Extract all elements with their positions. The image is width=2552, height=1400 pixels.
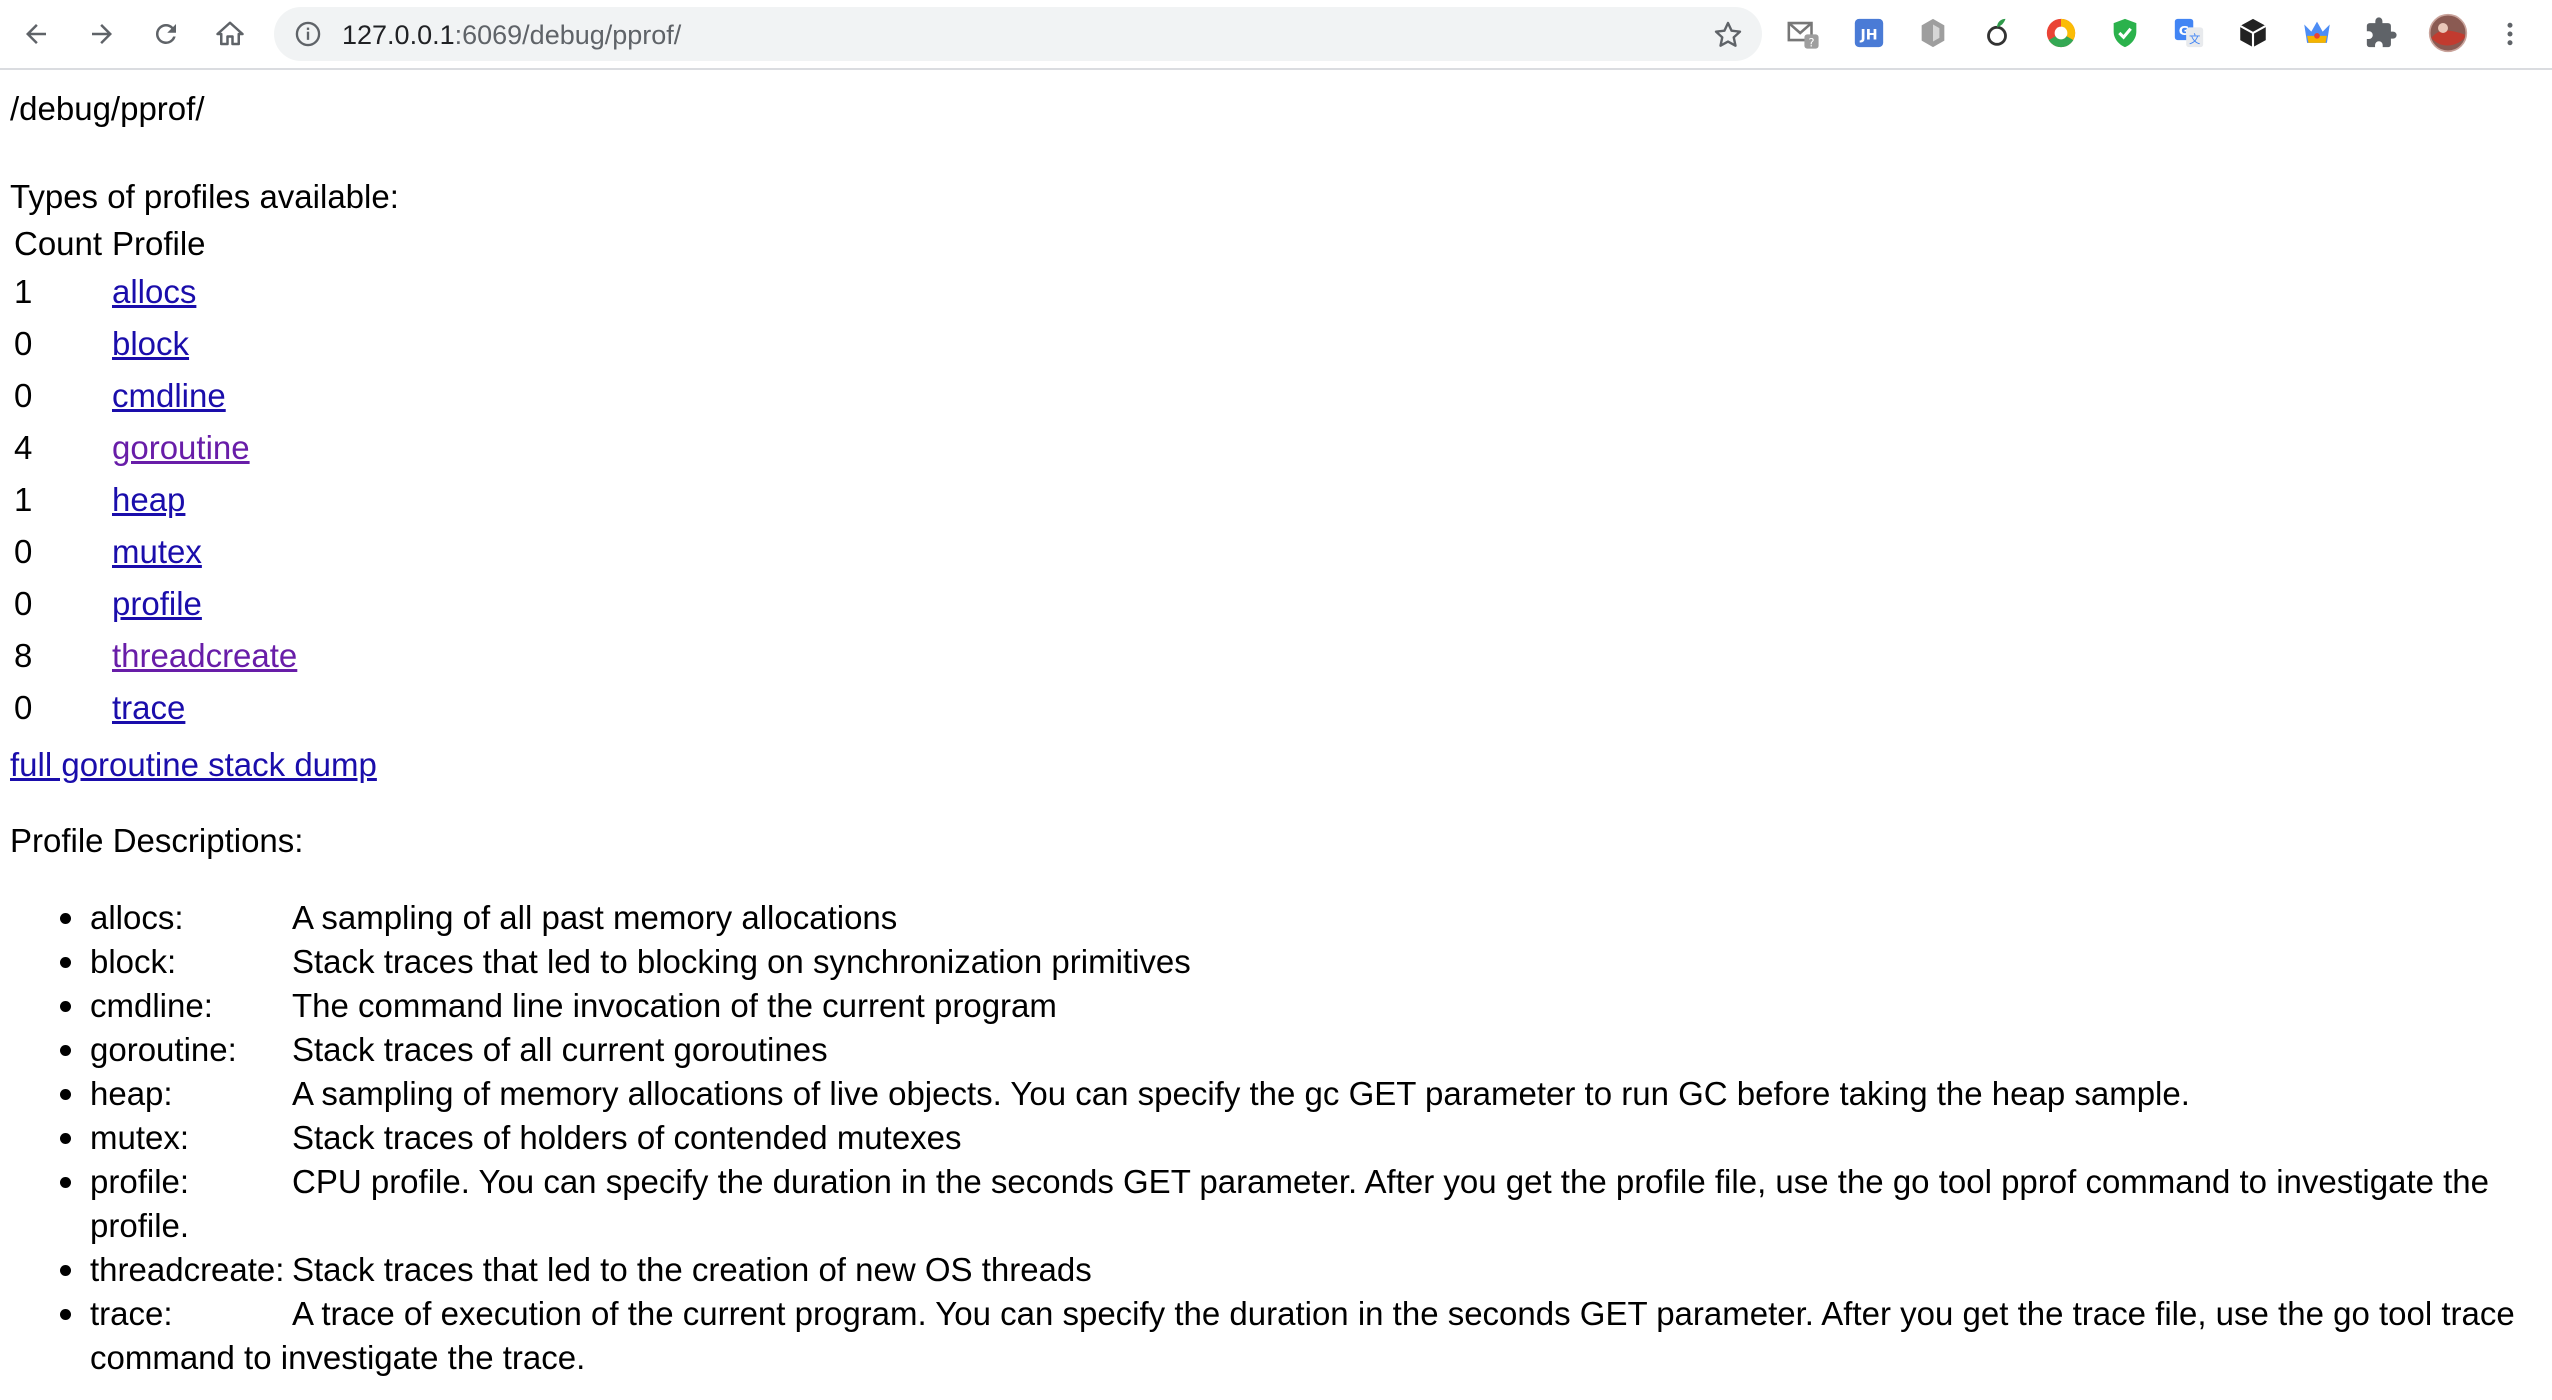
list-item: heap: A sampling of memory allocations of…: [10, 1072, 2540, 1116]
jh-extension-icon[interactable]: JH: [1852, 16, 1886, 50]
profile-link-cmdline[interactable]: cmdline: [112, 377, 226, 414]
profile-count: 8: [14, 637, 33, 674]
list-item: block: Stack traces that led to blocking …: [10, 940, 2540, 984]
chrome-rainbow-extension-icon[interactable]: [2044, 16, 2078, 50]
description-text: A sampling of memory allocations of live…: [292, 1075, 2190, 1112]
profile-count: 1: [14, 273, 33, 310]
list-item: allocs: A sampling of all past memory all…: [10, 896, 2540, 940]
hexagon-extension-icon[interactable]: [1916, 16, 1950, 50]
description-text: Stack traces of holders of contended mut…: [292, 1119, 962, 1156]
description-term: allocs:: [90, 899, 184, 936]
profile-link-goroutine[interactable]: goroutine: [112, 429, 250, 466]
description-text: Stack traces that led to the creation of…: [292, 1251, 1092, 1288]
profile-link-block[interactable]: block: [112, 325, 189, 362]
profile-descriptions-list: allocs: A sampling of all past memory all…: [10, 896, 2540, 1380]
list-item: goroutine: Stack traces of all current go…: [10, 1028, 2540, 1072]
description-term: heap:: [90, 1075, 173, 1112]
profile-count: 0: [14, 585, 33, 622]
profile-count: 0: [14, 325, 33, 362]
svg-text:?: ?: [1808, 35, 1814, 49]
bookmark-star-icon[interactable]: [1712, 19, 1744, 51]
table-row: 8 threadcreate: [14, 630, 297, 682]
count-header: Count: [14, 225, 103, 262]
profile-link-mutex[interactable]: mutex: [112, 533, 202, 570]
description-text: A trace of execution of the current prog…: [90, 1295, 2515, 1376]
table-row: 0 profile: [14, 578, 297, 630]
address-bar[interactable]: 127.0.0.1:6069/debug/pprof/: [274, 7, 1762, 61]
table-row: 0 trace: [14, 682, 297, 734]
list-item: profile: CPU profile. You can specify the…: [10, 1160, 2540, 1248]
svg-text:JH: JH: [1859, 27, 1877, 43]
description-term: block:: [90, 943, 177, 980]
back-button[interactable]: [16, 14, 56, 54]
forward-button[interactable]: [82, 14, 122, 54]
puzzle-extensions-icon[interactable]: [2364, 16, 2398, 50]
profile-count: 0: [14, 377, 33, 414]
info-icon[interactable]: [294, 20, 322, 48]
profile-avatar[interactable]: [2428, 13, 2468, 53]
reload-button[interactable]: [146, 14, 186, 54]
list-item: cmdline: The command line invocation of t…: [10, 984, 2540, 1028]
table-row: 0 block: [14, 318, 297, 370]
arrow-left-icon: [26, 24, 46, 44]
description-text: CPU profile. You can specify the duratio…: [90, 1163, 2490, 1244]
url-path: :6069/debug/pprof/: [454, 20, 682, 50]
table-row: 4 goroutine: [14, 422, 297, 474]
description-text: The command line invocation of the curre…: [292, 987, 1057, 1024]
leaf-extension-icon[interactable]: [1980, 16, 2014, 50]
table-header-row: Count Profile: [14, 222, 297, 266]
table-row: 1 allocs: [14, 266, 297, 318]
home-button[interactable]: [210, 14, 250, 54]
url-text[interactable]: 127.0.0.1:6069/debug/pprof/: [342, 21, 681, 49]
profiles-table: Count Profile 1 allocs 0 block 0 cmdline…: [10, 222, 301, 734]
list-item: threadcreate: Stack traces that led to th…: [10, 1248, 2540, 1292]
list-item: trace: A trace of execution of the curren…: [10, 1292, 2540, 1380]
descriptions-heading: Profile Descriptions:: [10, 822, 304, 859]
description-text: A sampling of all past memory allocation…: [292, 899, 898, 936]
description-term: threadcreate:: [90, 1251, 285, 1288]
home-icon: [216, 21, 244, 46]
description-term: goroutine:: [90, 1031, 237, 1068]
page-title: /debug/pprof/: [10, 90, 205, 127]
profile-link-heap[interactable]: heap: [112, 481, 185, 518]
description-text: Stack traces that led to blocking on syn…: [292, 943, 1191, 980]
description-term: profile:: [90, 1163, 190, 1200]
description-term: mutex:: [90, 1119, 190, 1156]
gmail-checker-icon[interactable]: ?: [1786, 16, 1820, 50]
description-text: Stack traces of all current goroutines: [292, 1031, 828, 1068]
types-heading: Types of profiles available:: [10, 178, 399, 215]
svg-text:文: 文: [2189, 32, 2200, 46]
table-row: 1 heap: [14, 474, 297, 526]
more-vertical-icon: [2507, 22, 2513, 46]
browser-toolbar: 127.0.0.1:6069/debug/pprof/ ? JH G文: [0, 0, 2552, 70]
table-row: 0 cmdline: [14, 370, 297, 422]
description-term: cmdline:: [90, 987, 213, 1024]
reload-icon: [155, 23, 176, 44]
crown-extension-icon[interactable]: [2300, 16, 2334, 50]
shield-check-icon[interactable]: [2108, 16, 2142, 50]
profile-count: 0: [14, 689, 33, 726]
profile-count: 1: [14, 481, 33, 518]
cube-extension-icon[interactable]: [2236, 16, 2270, 50]
profile-link-trace[interactable]: trace: [112, 689, 185, 726]
full-goroutine-stack-dump-link[interactable]: full goroutine stack dump: [10, 746, 377, 784]
profile-link-profile[interactable]: profile: [112, 585, 202, 622]
profile-link-threadcreate[interactable]: threadcreate: [112, 637, 297, 674]
browser-menu-button[interactable]: [2490, 14, 2530, 54]
profile-header: Profile: [112, 225, 206, 262]
arrow-right-icon: [92, 24, 112, 44]
description-term: trace:: [90, 1295, 173, 1332]
profile-link-allocs[interactable]: allocs: [112, 273, 196, 310]
url-host: 127.0.0.1: [342, 20, 455, 50]
google-translate-icon[interactable]: G文: [2172, 16, 2206, 50]
profile-count: 4: [14, 429, 33, 466]
list-item: mutex: Stack traces of holders of contend…: [10, 1116, 2540, 1160]
profile-count: 0: [14, 533, 33, 570]
table-row: 0 mutex: [14, 526, 297, 578]
